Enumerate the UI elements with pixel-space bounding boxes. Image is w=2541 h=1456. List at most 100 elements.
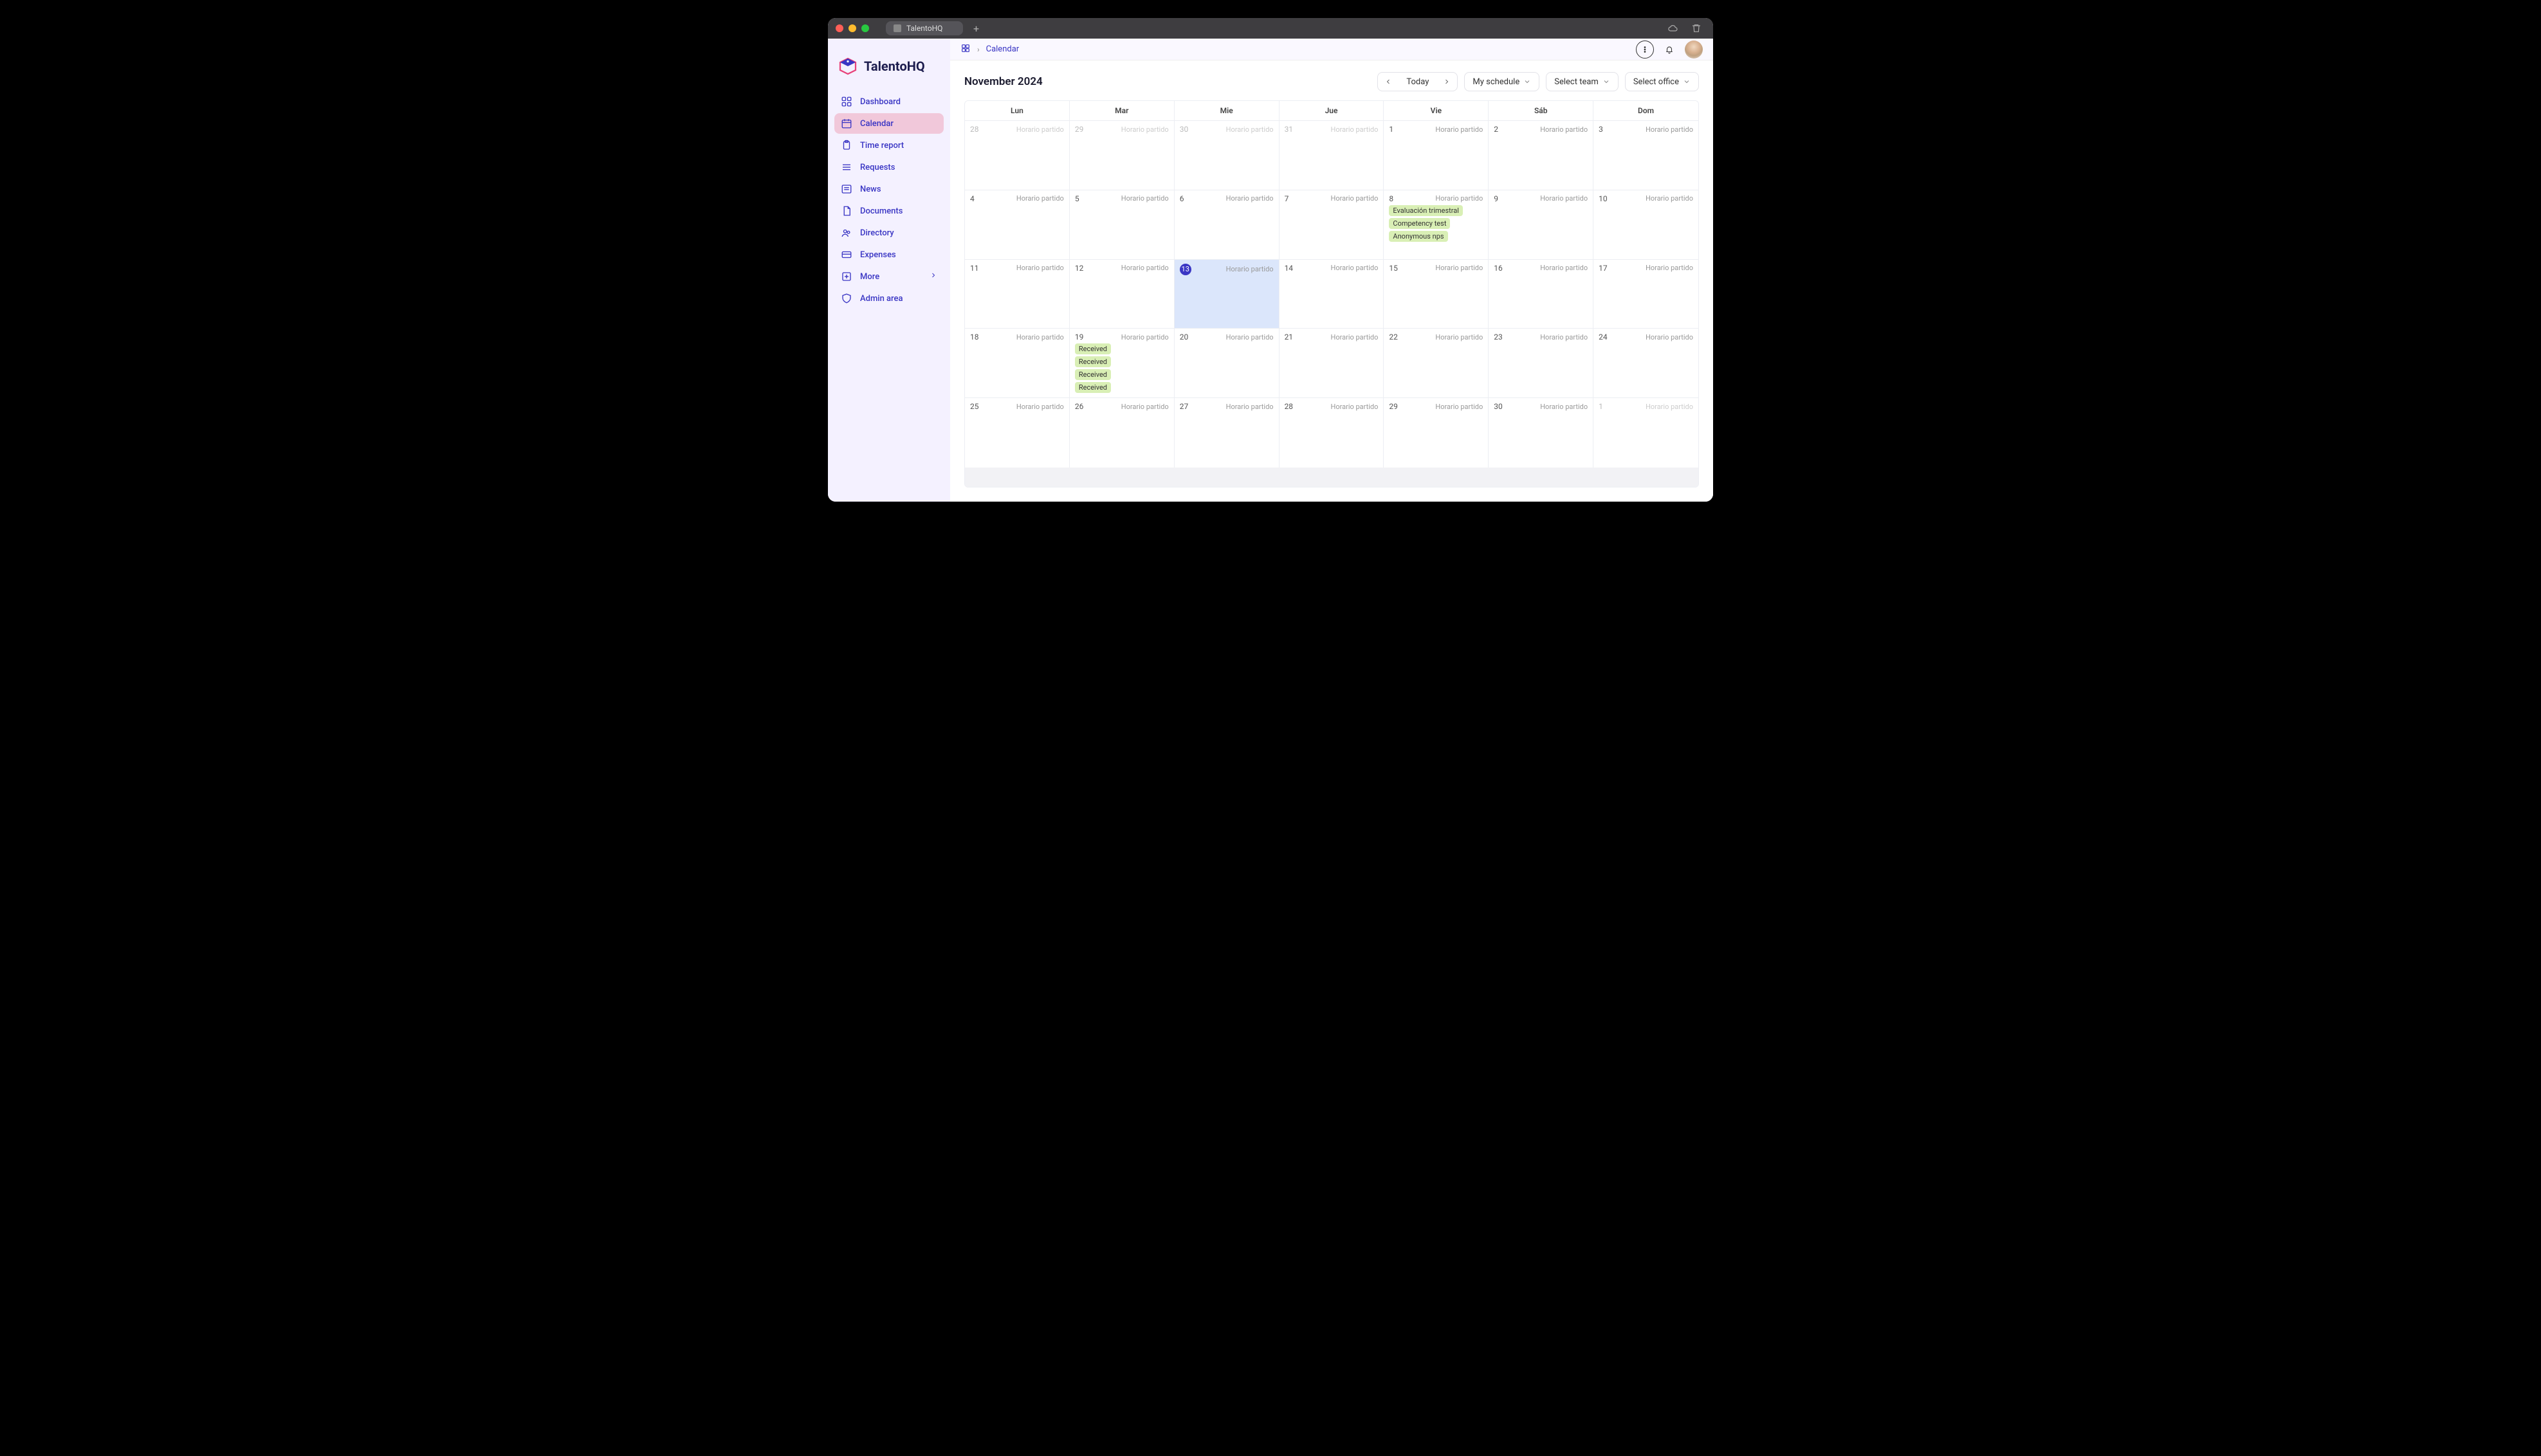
shift-label: Horario partido [1540, 194, 1588, 203]
sidebar-item-expenses[interactable]: Expenses [834, 244, 944, 265]
office-select[interactable]: Select office [1625, 72, 1699, 91]
day-number: 9 [1494, 194, 1498, 203]
calendar-day-cell[interactable]: 6Horario partido [1175, 190, 1280, 259]
calendar-event[interactable]: Received [1075, 343, 1111, 354]
day-number: 1 [1599, 402, 1603, 411]
shift-label: Horario partido [1226, 265, 1274, 273]
calendar-day-cell[interactable]: 18Horario partido [965, 329, 1070, 397]
calendar-day-cell[interactable]: 7Horario partido [1280, 190, 1384, 259]
calendar-day-cell[interactable]: 5Horario partido [1070, 190, 1175, 259]
shift-label: Horario partido [1121, 403, 1169, 411]
calendar-day-cell[interactable]: 9 Horario partido [1489, 190, 1593, 259]
weekday-header-cell: Jue [1280, 101, 1384, 120]
calendar-event[interactable]: Received [1075, 369, 1111, 380]
calendar-day-cell[interactable]: 22Horario partido [1384, 329, 1489, 397]
calendar-day-cell[interactable]: 28Horario partido [965, 121, 1070, 190]
calendar-event[interactable]: Received [1075, 356, 1111, 367]
calendar-weekday-header: LunMarMieJueVieSábDom [965, 101, 1698, 121]
calendar-day-cell[interactable]: 8Horario partidoEvaluación trimestralCom… [1384, 190, 1489, 259]
breadcrumb-current[interactable]: Calendar [986, 44, 1020, 54]
calendar-event[interactable]: Anonymous nps [1389, 231, 1447, 242]
day-number: 1 [1389, 125, 1393, 134]
calendar-day-cell[interactable]: 21 Horario partido [1280, 329, 1384, 397]
shift-label: Horario partido [1226, 403, 1274, 411]
window-minimize-button[interactable] [849, 24, 856, 32]
shift-label: Horario partido [1016, 403, 1064, 411]
calendar-day-cell[interactable]: 1 Horario partido [1384, 121, 1489, 190]
calendar-day-cell[interactable]: 4Horario partido [965, 190, 1070, 259]
calendar-day-cell[interactable]: 17Horario partido [1593, 260, 1698, 329]
schedule-select[interactable]: My schedule [1464, 72, 1539, 91]
plus-box-icon [841, 271, 852, 282]
sidebar-item-directory[interactable]: Directory [834, 223, 944, 243]
calendar-day-cell[interactable]: 13Horario partido [1175, 260, 1280, 329]
sidebar-item-requests[interactable]: Requests [834, 157, 944, 177]
sidebar-item-documents[interactable]: Documents [834, 201, 944, 221]
schedule-select-label: My schedule [1472, 77, 1519, 87]
calendar-day-cell[interactable]: 3Horario partido [1593, 121, 1698, 190]
sidebar-item-more[interactable]: More [834, 266, 944, 287]
team-select[interactable]: Select team [1546, 72, 1619, 91]
cloud-sync-icon[interactable] [1664, 23, 1682, 33]
page-title: November 2024 [964, 75, 1043, 88]
calendar-week-row: 4Horario partido5Horario partido6Horario… [965, 190, 1698, 260]
breadcrumb-home-icon[interactable] [960, 43, 971, 56]
calendar-event[interactable]: Evaluación trimestral [1389, 205, 1463, 216]
shield-icon [841, 293, 852, 304]
calendar-day-cell[interactable]: 28Horario partido [1280, 398, 1384, 468]
calendar-day-cell[interactable]: 30Horario partido [1489, 398, 1593, 468]
calendar-day-cell[interactable]: 20Horario partido [1175, 329, 1280, 397]
calendar-day-cell[interactable]: 24Horario partido [1593, 329, 1698, 397]
calendar-day-cell[interactable]: 26Horario partido [1070, 398, 1175, 468]
more-actions-button[interactable] [1636, 41, 1654, 59]
window-close-button[interactable] [836, 24, 843, 32]
next-month-button[interactable] [1436, 73, 1457, 91]
today-button[interactable]: Today [1399, 77, 1436, 87]
calendar-day-cell[interactable]: 31Horario partido [1280, 121, 1384, 190]
calendar-day-cell[interactable]: 29Horario partido [1384, 398, 1489, 468]
day-number: 21 [1285, 332, 1294, 341]
weekday-header-cell: Mie [1175, 101, 1280, 120]
calendar-day-cell[interactable]: 12Horario partido [1070, 260, 1175, 329]
shift-label: Horario partido [1330, 333, 1378, 341]
sidebar-item-news[interactable]: News [834, 179, 944, 199]
calendar-event[interactable]: Competency test [1389, 218, 1450, 229]
day-number: 17 [1599, 264, 1608, 273]
chevron-right-icon [930, 271, 937, 282]
sidebar-item-admin[interactable]: Admin area [834, 288, 944, 309]
calendar-day-cell[interactable]: 27Horario partido [1175, 398, 1280, 468]
calendar-day-cell[interactable]: 1Horario partido [1593, 398, 1698, 468]
calendar-day-cell[interactable]: 25 Horario partido [965, 398, 1070, 468]
chevron-down-icon [1523, 78, 1531, 86]
avatar[interactable] [1685, 41, 1703, 59]
calendar-day-cell[interactable]: 2Horario partido [1489, 121, 1593, 190]
new-tab-button[interactable]: + [968, 23, 984, 35]
day-number: 5 [1075, 194, 1079, 203]
app-logo[interactable]: TalentoHQ [834, 57, 944, 91]
sidebar-item-timereport[interactable]: Time report [834, 135, 944, 156]
trash-icon[interactable] [1687, 23, 1705, 33]
sidebar-item-calendar[interactable]: Calendar [834, 113, 944, 134]
sidebar-item-dashboard[interactable]: Dashboard [834, 91, 944, 112]
calendar-event[interactable]: Received [1075, 382, 1111, 393]
calendar-day-cell[interactable]: 19Horario partidoReceivedReceivedReceive… [1070, 329, 1175, 397]
browser-tab[interactable]: TalentoHQ [886, 21, 963, 35]
shift-label: Horario partido [1646, 333, 1693, 341]
shift-label: Horario partido [1435, 125, 1483, 134]
shift-label: Horario partido [1330, 194, 1378, 203]
day-number: 25 [970, 402, 979, 411]
calendar-day-cell[interactable]: 29Horario partido [1070, 121, 1175, 190]
calendar-day-cell[interactable]: 30Horario partido [1175, 121, 1280, 190]
prev-month-button[interactable] [1378, 73, 1399, 91]
calendar-day-cell[interactable]: 11Horario partido [965, 260, 1070, 329]
calendar-day-cell[interactable]: 15Horario partido [1384, 260, 1489, 329]
notifications-button[interactable] [1660, 41, 1678, 59]
shift-label: Horario partido [1435, 333, 1483, 341]
calendar-day-cell[interactable]: 16Horario partido [1489, 260, 1593, 329]
calendar-day-cell[interactable]: 10Horario partido [1593, 190, 1698, 259]
calendar-day-cell[interactable]: 14Horario partido [1280, 260, 1384, 329]
day-number: 31 [1285, 125, 1294, 134]
shift-label: Horario partido [1646, 194, 1693, 203]
calendar-day-cell[interactable]: 23Horario partido [1489, 329, 1593, 397]
window-maximize-button[interactable] [861, 24, 869, 32]
